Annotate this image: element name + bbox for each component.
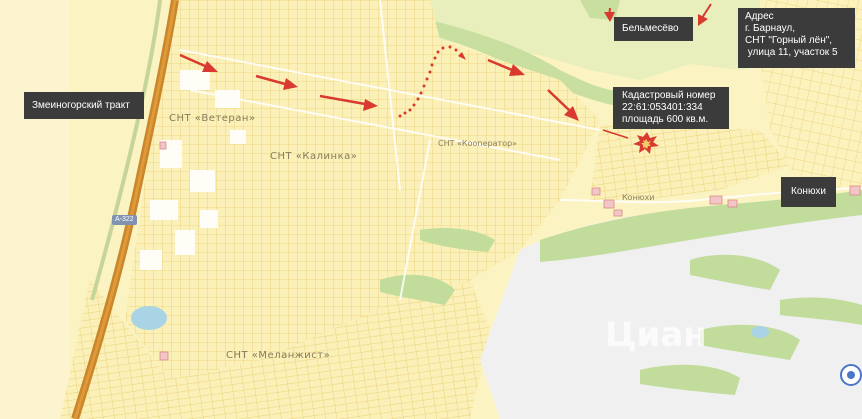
cadastral-line-2: 22:61:053401:334	[622, 102, 703, 113]
address-line-1: Адрес	[745, 11, 774, 22]
cadastral-line-1: Кадастровый номер	[622, 90, 716, 101]
left-field	[0, 0, 70, 419]
address-label: Адрес г. Барнаул, СНТ "Горный лён", улиц…	[738, 8, 855, 68]
konyukhi-map-label: Конюхи	[622, 193, 655, 202]
address-line-3: СНТ "Горный лён",	[745, 35, 833, 46]
address-line-4: улица 11, участок 5	[745, 47, 838, 58]
address-line-2: г. Барнаул,	[745, 23, 796, 34]
highway-name-label: Змеиногорский тракт	[24, 92, 144, 119]
pond	[131, 306, 167, 330]
snt-veteran-label: СНТ «Ветеран»	[169, 113, 256, 124]
konyukhi-label: Конюхи	[781, 177, 836, 207]
location-icon	[847, 371, 855, 379]
snt-kooperator-label: СНТ «Кооператор»	[438, 139, 518, 148]
map-layer	[0, 0, 862, 419]
road-shield-badge: А-322	[112, 215, 137, 225]
belmesevo-label: Бельмесёво	[614, 17, 693, 41]
snt-melanzhist-label: СНТ «Меланжист»	[226, 350, 331, 361]
cadastral-label: Кадастровый номер 22:61:053401:334 площа…	[613, 87, 729, 129]
watermark-logo: Циан	[605, 315, 707, 355]
snt-kalinka-label: СНТ «Калинка»	[270, 151, 358, 162]
map-canvas[interactable]: СНТ «Ветеран» СНТ «Калинка» СНТ «Коопера…	[0, 0, 862, 419]
pond-east	[751, 326, 769, 338]
locate-me-button[interactable]	[840, 364, 862, 386]
cadastral-line-3: площадь 600 кв.м.	[622, 114, 709, 125]
